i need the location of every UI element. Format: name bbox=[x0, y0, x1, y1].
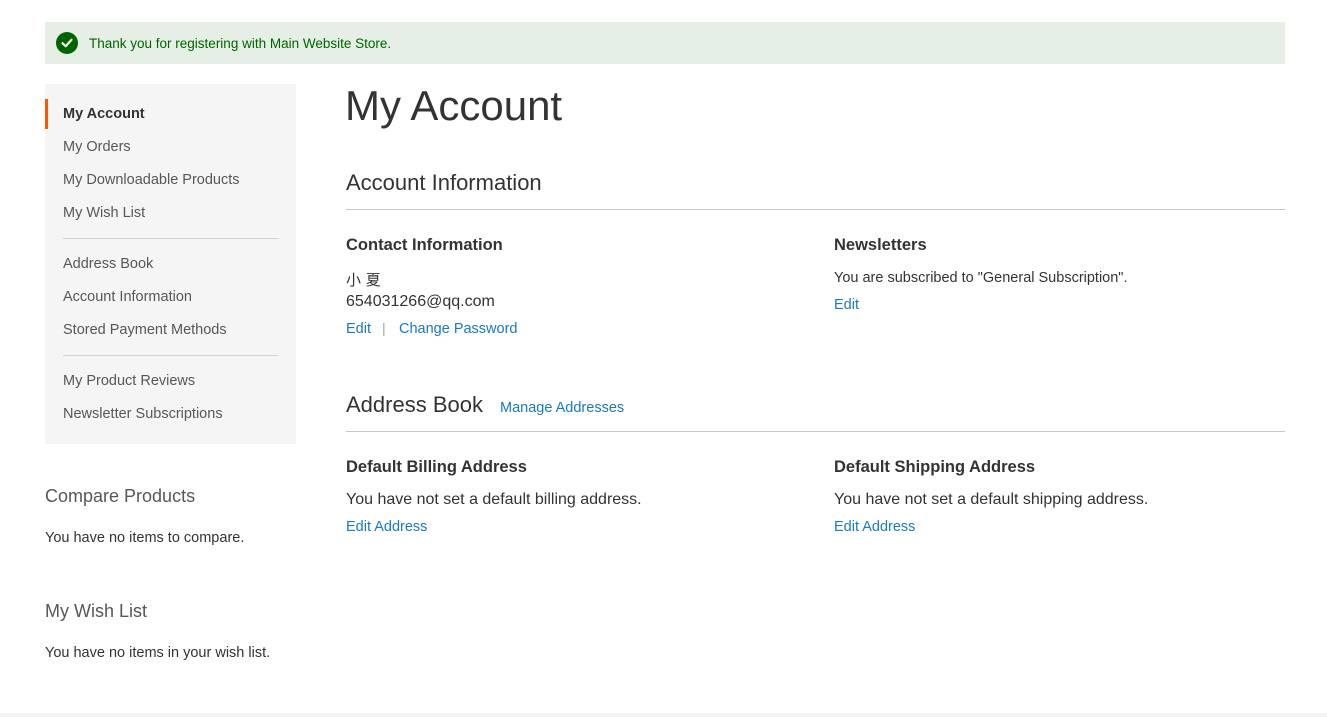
section-divider bbox=[346, 431, 1285, 432]
shipping-address-text: You have not set a default shipping addr… bbox=[834, 491, 1149, 508]
footer-divider bbox=[0, 713, 1327, 717]
customer-email: 654031266@qq.com bbox=[346, 293, 495, 310]
nav-item-account-information[interactable]: Account Information bbox=[63, 288, 192, 306]
nav-item-stored-payment-methods[interactable]: Stored Payment Methods bbox=[63, 321, 227, 339]
nav-item-my-downloadable-products[interactable]: My Downloadable Products bbox=[63, 171, 240, 189]
newsletters-title: Newsletters bbox=[834, 236, 927, 254]
compare-products-title: Compare Products bbox=[45, 486, 196, 506]
account-nav: My Account My Orders My Downloadable Pro… bbox=[45, 84, 296, 444]
address-book-title: Address Book bbox=[346, 392, 483, 417]
nav-item-my-orders[interactable]: My Orders bbox=[63, 138, 131, 156]
page-title: My Account bbox=[345, 82, 563, 129]
success-message-text: Thank you for registering with Main Webs… bbox=[89, 35, 392, 51]
change-password-link[interactable]: Change Password bbox=[399, 321, 518, 337]
edit-newsletter-link[interactable]: Edit bbox=[834, 297, 859, 313]
nav-divider bbox=[63, 238, 278, 239]
edit-billing-address-link[interactable]: Edit Address bbox=[346, 519, 427, 535]
nav-item-newsletter-subscriptions[interactable]: Newsletter Subscriptions bbox=[63, 405, 223, 423]
success-message: Thank you for registering with Main Webs… bbox=[45, 22, 1285, 64]
link-separator: | bbox=[382, 320, 386, 336]
current-item-indicator bbox=[45, 99, 48, 129]
compare-products-empty: You have no items to compare. bbox=[45, 530, 245, 546]
nav-item-my-product-reviews[interactable]: My Product Reviews bbox=[63, 372, 195, 390]
customer-name: 小 夏 bbox=[346, 271, 381, 289]
manage-addresses-link[interactable]: Manage Addresses bbox=[500, 400, 624, 416]
wishlist-empty: You have no items in your wish list. bbox=[45, 645, 271, 661]
edit-shipping-address-link[interactable]: Edit Address bbox=[834, 519, 915, 535]
contact-information-title: Contact Information bbox=[346, 236, 503, 254]
account-information-title: Account Information bbox=[346, 170, 542, 195]
wishlist-title: My Wish List bbox=[45, 601, 148, 621]
nav-item-address-book[interactable]: Address Book bbox=[63, 255, 153, 273]
section-divider bbox=[346, 209, 1285, 210]
checkmark-icon bbox=[56, 32, 78, 54]
newsletter-status: You are subscribed to "General Subscript… bbox=[834, 270, 1128, 286]
default-shipping-title: Default Shipping Address bbox=[834, 458, 1036, 476]
nav-item-my-account: My Account bbox=[63, 106, 145, 122]
billing-address-text: You have not set a default billing addre… bbox=[346, 491, 642, 508]
edit-contact-link[interactable]: Edit bbox=[346, 321, 371, 337]
nav-divider bbox=[63, 355, 278, 356]
default-billing-title: Default Billing Address bbox=[346, 458, 527, 476]
nav-item-my-wish-list[interactable]: My Wish List bbox=[63, 204, 145, 222]
